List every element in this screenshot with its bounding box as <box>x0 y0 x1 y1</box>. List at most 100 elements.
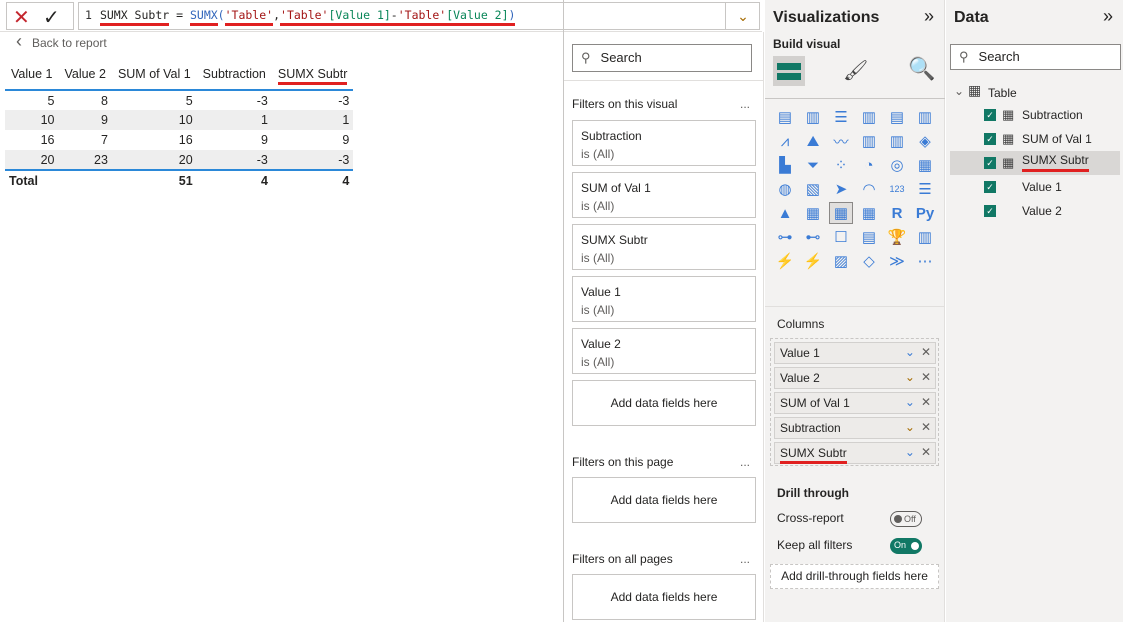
cross-report-toggle[interactable]: Off <box>890 511 922 527</box>
visual-type-icon[interactable]: 123 <box>885 178 909 200</box>
visual-type-icon[interactable]: ▥ <box>913 226 937 248</box>
visual-type-icon[interactable]: ▦ <box>913 154 937 176</box>
cancel-icon[interactable]: ✕ <box>13 5 30 30</box>
checkbox-checked-icon[interactable]: ✓ <box>984 205 996 217</box>
visual-type-icon[interactable]: ▦ <box>857 202 881 224</box>
more-options-icon[interactable]: ... <box>740 455 750 469</box>
remove-icon[interactable]: ✕ <box>921 370 931 384</box>
visual-type-icon[interactable]: ▤ <box>857 226 881 248</box>
visual-type-icon[interactable]: ▤ <box>885 106 909 128</box>
visual-type-icon[interactable]: 〰 <box>829 130 853 152</box>
visual-type-icon[interactable]: ◎ <box>885 154 909 176</box>
column-field-pill[interactable]: SUM of Val 1 ⌄ ✕ <box>774 392 936 414</box>
column-field-pill[interactable]: Value 2 ⌄ ✕ <box>774 367 936 389</box>
visual-type-icon[interactable]: ☰ <box>829 106 853 128</box>
chevron-down-icon[interactable]: ⌄ <box>905 420 915 434</box>
remove-icon[interactable]: ✕ <box>921 445 931 459</box>
visual-type-icon[interactable]: ⩘ <box>773 130 797 152</box>
visual-type-icon[interactable]: ▥ <box>913 106 937 128</box>
visual-type-icon[interactable]: ▥ <box>801 106 825 128</box>
visual-type-icon[interactable]: ▤ <box>773 106 797 128</box>
formula-input[interactable]: 1 SUMX Subtr = SUMX('Table','Table'[Value… <box>78 2 760 30</box>
collapse-pane-icon[interactable]: » <box>924 6 934 27</box>
add-visual-filter-field[interactable]: Add data fields here <box>572 380 756 426</box>
filter-card[interactable]: Value 2 is (All) <box>572 328 756 374</box>
visual-type-icon[interactable]: ➤ <box>829 178 853 200</box>
data-search-input[interactable]: ⚲ Search <box>950 44 1121 70</box>
chevron-down-icon[interactable]: ⌄ <box>954 84 964 98</box>
chevron-down-icon[interactable]: ⌄ <box>905 445 915 459</box>
visual-type-icon[interactable]: ⛰ <box>801 130 825 152</box>
visual-type-icon[interactable]: ▥ <box>885 130 909 152</box>
visual-type-icon[interactable]: ▦ <box>801 202 825 224</box>
more-options-icon[interactable]: ... <box>740 97 750 111</box>
checkbox-checked-icon[interactable]: ✓ <box>984 181 996 193</box>
table-name[interactable]: Table <box>988 86 1017 100</box>
checkbox-checked-icon[interactable]: ✓ <box>984 109 996 121</box>
filters-search-input[interactable]: ⚲ Search <box>572 44 752 72</box>
add-all-pages-filter-field[interactable]: Add data fields here <box>572 574 756 620</box>
filter-card[interactable]: SUMX Subtr is (All) <box>572 224 756 270</box>
column-header[interactable]: Value 1 <box>5 60 59 91</box>
data-field[interactable]: ✓ ▦ SUMX Subtr <box>950 151 1120 175</box>
keep-filters-toggle[interactable]: On <box>890 538 922 554</box>
back-to-report-link[interactable]: ‹ Back to report <box>16 31 107 52</box>
more-options-icon[interactable]: ... <box>740 552 750 566</box>
visual-type-icon[interactable]: ▲ <box>773 202 797 224</box>
column-field-pill[interactable]: Subtraction ⌄ ✕ <box>774 417 936 439</box>
visual-type-icon[interactable]: ▙ <box>773 154 797 176</box>
build-visual-tab[interactable] <box>773 56 805 86</box>
add-drill-through-field[interactable]: Add drill-through fields here <box>770 564 939 589</box>
visual-type-icon[interactable]: ▥ <box>857 130 881 152</box>
visual-type-icon[interactable]: ⊷ <box>801 226 825 248</box>
visual-type-icon[interactable]: ◔ <box>857 154 881 176</box>
columns-well[interactable]: Value 1 ⌄ ✕ Value 2 ⌄ ✕ SUM of Val 1 ⌄ ✕ Subtract… <box>770 338 939 466</box>
column-header[interactable]: Subtraction <box>196 60 272 91</box>
remove-icon[interactable]: ✕ <box>921 420 931 434</box>
visual-type-icon[interactable]: ☰ <box>913 178 937 200</box>
checkbox-checked-icon[interactable]: ✓ <box>984 133 996 145</box>
add-page-filter-field[interactable]: Add data fields here <box>572 477 756 523</box>
visual-type-icon[interactable]: ⋯ <box>913 250 937 272</box>
remove-icon[interactable]: ✕ <box>921 395 931 409</box>
commit-icon[interactable]: ✓ <box>43 5 60 30</box>
visual-type-icon[interactable]: ☐ <box>829 226 853 248</box>
data-field[interactable]: ✓ ▦ SUM of Val 1 <box>950 127 1120 151</box>
collapse-pane-icon[interactable]: » <box>1103 6 1113 27</box>
visual-type-icon[interactable]: ⊶ <box>773 226 797 248</box>
data-field[interactable]: ✓ ▦ Subtraction <box>950 103 1120 127</box>
checkbox-checked-icon[interactable]: ✓ <box>984 157 996 169</box>
filter-card[interactable]: SUM of Val 1 is (All) <box>572 172 756 218</box>
column-header[interactable]: SUMX Subtr <box>271 60 354 91</box>
visual-type-icon[interactable]: ◠ <box>857 178 881 200</box>
chevron-down-icon[interactable]: ⌄ <box>905 345 915 359</box>
chevron-down-icon[interactable]: ⌄ <box>905 370 915 384</box>
visual-type-icon[interactable]: ▨ <box>829 250 853 272</box>
column-field-pill[interactable]: Value 1 ⌄ ✕ <box>774 342 936 364</box>
visual-type-icon[interactable]: 🏆 <box>885 226 909 248</box>
visual-type-icon[interactable]: ≫ <box>885 250 909 272</box>
visual-type-icon[interactable]: ⏷ <box>801 154 825 176</box>
visual-type-icon[interactable]: ▦ <box>829 202 853 224</box>
visual-type-icon[interactable]: Py <box>913 202 937 224</box>
column-field-pill[interactable]: SUMX Subtr ⌄ ✕ <box>774 442 936 464</box>
visual-type-icon[interactable]: R <box>885 202 909 224</box>
remove-icon[interactable]: ✕ <box>921 345 931 359</box>
format-visual-icon[interactable]: 🖌 <box>843 58 868 83</box>
visual-type-icon[interactable]: ◈ <box>913 130 937 152</box>
column-header[interactable]: SUM of Val 1 <box>111 60 197 91</box>
visual-type-icon[interactable]: ▥ <box>857 106 881 128</box>
filter-card[interactable]: Subtraction is (All) <box>572 120 756 166</box>
chevron-down-icon[interactable]: ⌄ <box>905 395 915 409</box>
data-field[interactable]: ✓ Value 2 <box>950 199 1120 223</box>
data-field[interactable]: ✓ Value 1 <box>950 175 1120 199</box>
visual-type-icon[interactable]: ⁘ <box>829 154 853 176</box>
visual-type-icon[interactable]: ⚡ <box>801 250 825 272</box>
visual-type-icon[interactable]: ◍ <box>773 178 797 200</box>
visual-type-icon[interactable]: ▧ <box>801 178 825 200</box>
column-header[interactable]: Value 2 <box>58 60 112 91</box>
analytics-icon[interactable]: 🔍 <box>908 56 935 82</box>
filter-card[interactable]: Value 1 is (All) <box>572 276 756 322</box>
visual-type-icon[interactable]: ⚡ <box>773 250 797 272</box>
visual-type-icon[interactable]: ◇ <box>857 250 881 272</box>
